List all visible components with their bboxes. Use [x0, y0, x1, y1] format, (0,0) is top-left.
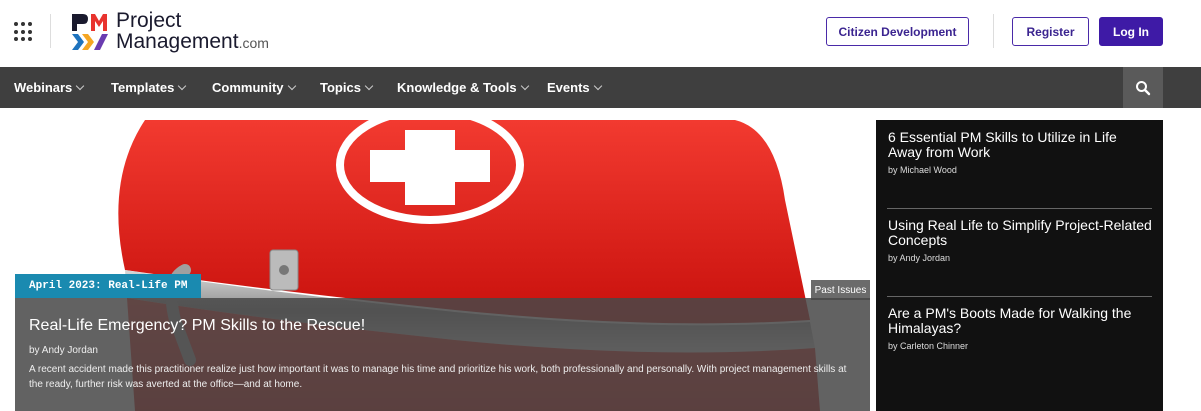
register-button[interactable]: Register: [1012, 17, 1089, 46]
sidebar-article-title[interactable]: 6 Essential PM Skills to Utilize in Life…: [888, 130, 1153, 160]
nav-label: Knowledge & Tools: [397, 80, 517, 95]
pm-logo-icon: [72, 14, 108, 50]
sidebar-article[interactable]: Are a PM's Boots Made for Walking the Hi…: [888, 306, 1153, 352]
search-icon: [1136, 80, 1151, 95]
hero-title[interactable]: Real-Life Emergency? PM Skills to the Re…: [29, 317, 365, 335]
divider: [993, 14, 994, 48]
hero-caption-overlay: [15, 298, 870, 411]
citizen-development-button[interactable]: Citizen Development: [826, 17, 969, 46]
main-nav: Webinars Templates Community Topics Know…: [0, 67, 1201, 108]
past-issues-link[interactable]: Past Issues: [811, 280, 870, 300]
nav-community[interactable]: Community: [212, 67, 296, 108]
sidebar-article-title[interactable]: Using Real Life to Simplify Project-Rela…: [888, 218, 1153, 248]
chevron-down-icon: [520, 81, 529, 91]
nav-label: Templates: [111, 80, 175, 95]
apps-grid-icon[interactable]: [14, 22, 34, 42]
site-logo[interactable]: Project Management.com: [70, 7, 300, 57]
logo-line1: Project: [116, 9, 182, 32]
logo-suffix: .com: [238, 35, 269, 51]
sidebar-article[interactable]: Using Real Life to Simplify Project-Rela…: [888, 218, 1153, 264]
sidebar-article-author: by Andy Jordan: [888, 253, 951, 263]
divider: [887, 296, 1152, 297]
sidebar-article[interactable]: 6 Essential PM Skills to Utilize in Life…: [888, 130, 1153, 176]
chevron-down-icon: [364, 81, 374, 91]
nav-label: Topics: [320, 80, 361, 95]
nav-events[interactable]: Events: [547, 67, 602, 108]
logo-wordmark: Project Management.com: [116, 10, 269, 54]
nav-knowledge-tools[interactable]: Knowledge & Tools: [397, 67, 529, 108]
divider: [50, 14, 51, 48]
search-button[interactable]: [1123, 67, 1163, 108]
chevron-down-icon: [593, 81, 602, 91]
sidebar-article-author: by Michael Wood: [888, 165, 957, 175]
chevron-down-icon: [178, 81, 187, 91]
hero-description: A recent accident made this practitioner…: [29, 364, 847, 390]
nav-label: Community: [212, 80, 284, 95]
nav-label: Webinars: [14, 80, 73, 95]
site-header: Project Management.com Citizen Developme…: [0, 0, 1201, 67]
sidebar-article-author: by Carleton Chinner: [888, 341, 969, 351]
nav-label: Events: [547, 80, 590, 95]
issue-tag[interactable]: April 2023: Real-Life PM: [15, 274, 202, 298]
chevron-down-icon: [287, 81, 296, 91]
divider: [887, 208, 1152, 209]
nav-webinars[interactable]: Webinars: [14, 67, 85, 108]
hero-author: by Andy Jordan: [29, 345, 98, 356]
logo-line2: Management: [116, 30, 239, 53]
sidebar-article-title[interactable]: Are a PM's Boots Made for Walking the Hi…: [888, 306, 1153, 336]
nav-topics[interactable]: Topics: [320, 67, 374, 108]
nav-templates[interactable]: Templates: [111, 67, 187, 108]
chevron-down-icon: [76, 81, 85, 91]
login-button[interactable]: Log In: [1099, 17, 1163, 46]
